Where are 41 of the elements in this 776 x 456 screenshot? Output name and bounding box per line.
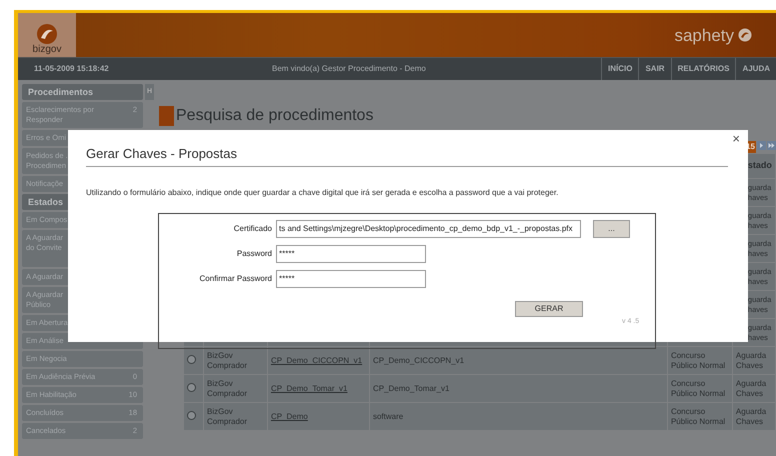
table-cell: Concurso Público Normal — [668, 375, 732, 402]
logo-text: bizgov — [32, 45, 62, 55]
table-cell: BizGov Comprador — [204, 347, 267, 374]
radio-button[interactable] — [187, 354, 196, 364]
table-cell: BizGov Comprador — [204, 403, 267, 430]
last-page-icon[interactable] — [767, 141, 776, 150]
table-cell: BizGov Comprador — [204, 375, 267, 402]
close-button[interactable]: × — [732, 132, 740, 146]
procedure-link[interactable]: CP_Demo — [270, 412, 308, 420]
dialog-title: Gerar Chaves - Propostas — [86, 144, 728, 166]
nav-link[interactable]: AJUDA — [735, 58, 776, 80]
password-field[interactable]: ***** — [276, 270, 426, 288]
password-field[interactable]: ***** — [276, 244, 426, 262]
file-path-field[interactable]: ts and Settings\mjzegre\Desktop\procedimento_cp_demo_bdp_v1_-_propostas.pfx — [276, 220, 581, 238]
table-cell: Concurso Público Normal — [668, 347, 732, 374]
generate-button[interactable]: GERAR — [515, 300, 583, 316]
nav-link[interactable]: SAIR — [638, 58, 671, 80]
title-marker — [159, 106, 174, 126]
browse-button[interactable]: ... — [593, 220, 630, 238]
date-time: 11-05-2009 15:18:42 — [33, 63, 110, 75]
sidebar-heading: Procedimentos — [22, 84, 143, 100]
field-label: Certificado — [232, 222, 273, 234]
field-label: Password — [236, 248, 273, 260]
radio-button[interactable] — [187, 410, 196, 420]
table-cell: Concurso Público Normal — [668, 403, 732, 430]
welcome-message: Bem vindo(a) Gestor Procedimento - Demo — [272, 63, 426, 75]
brand-name: saphety — [674, 26, 734, 44]
page-title: Pesquisa de procedimentos — [176, 106, 374, 126]
brand-icon — [738, 28, 752, 42]
table-cell: CP_Demo_Tomar_v1 — [370, 375, 667, 402]
nav-link[interactable]: INÍCIO — [601, 58, 638, 80]
nav-link[interactable]: RELATÓRIOS — [670, 58, 736, 80]
table-cell: CP_Demo_CICCOPN_v1 — [370, 347, 667, 374]
table-cell: Aguarda Chaves — [732, 375, 775, 402]
table-cell: Aguarda Chaves — [732, 403, 775, 430]
table-cell: Aguarda Chaves — [732, 347, 775, 374]
next-page-icon[interactable] — [757, 141, 766, 150]
table-cell: software — [370, 403, 667, 430]
radio-button[interactable] — [187, 382, 196, 392]
logo-icon — [36, 23, 58, 45]
field-label: Confirmar Password — [198, 272, 273, 284]
